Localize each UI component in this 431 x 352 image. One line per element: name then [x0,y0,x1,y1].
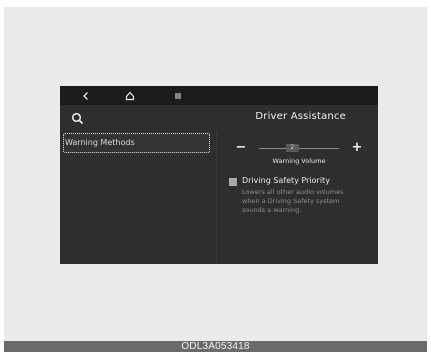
header-row: Driver Assistance [60,105,378,131]
driving-safety-priority-label: Driving Safety Priority [242,176,330,185]
infotainment-screen: Driver Assistance Warning Methods − 2 + … [60,86,378,264]
figure-caption-code: ODL3A053418 [4,341,427,352]
checkmark-icon [230,186,236,192]
volume-slider[interactable]: 2 [259,144,339,152]
menu-icon [175,93,181,98]
settings-detail-panel: − 2 + Warning Volume Driving Safety Prio… [217,131,378,264]
home-button[interactable] [120,88,140,103]
menu-button[interactable] [168,88,188,103]
home-icon [125,91,135,100]
back-chevron-icon [83,91,88,100]
search-button[interactable] [70,111,86,127]
volume-increase-button[interactable]: + [351,141,363,155]
driving-safety-priority-description: Lowers all other audio volumes when a Dr… [242,188,344,214]
back-button[interactable] [76,88,96,103]
volume-label: Warning Volume [272,157,326,165]
menu-item-warning-methods[interactable]: Warning Methods [63,133,210,153]
volume-slider-thumb[interactable]: 2 [285,144,299,152]
search-icon [71,112,84,125]
settings-category-list: Warning Methods [60,131,216,264]
page-title: Driver Assistance [255,111,346,122]
driving-safety-priority-checkbox[interactable] [229,178,237,192]
volume-decrease-button[interactable]: − [235,141,247,155]
top-navigation-bar [60,86,378,105]
